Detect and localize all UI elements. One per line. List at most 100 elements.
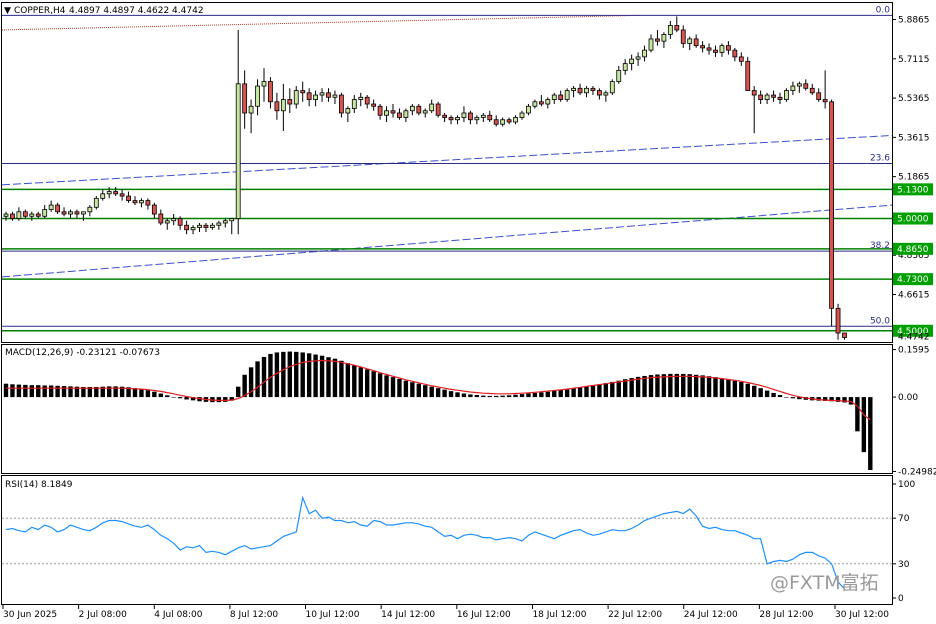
macd-tick-label: 0.1595 [898,346,930,356]
candle-body [113,191,119,195]
macd-bar [448,391,454,398]
macd-bar [306,353,312,398]
candle-body [655,38,660,42]
candle-body [351,99,357,109]
macd-bar [758,388,763,398]
macd-bar [132,388,138,398]
macd-bar [358,367,363,398]
macd-bar [281,351,286,398]
candle-body [268,81,273,103]
time-tick-label: 30 Jul 12:00 [835,610,889,620]
macd-bar [597,384,602,398]
macd-bar [668,373,673,398]
candle-body [435,103,441,116]
candle-body [409,105,415,112]
macd-bar [403,380,409,398]
rsi-tick-label: 100 [898,480,915,490]
macd-bar [752,385,757,398]
macd-bar [726,379,731,398]
chart-canvas: ▼ COPPER,H4 4.4897 4.4897 4.4622 4.4742 … [0,0,936,624]
macd-bar [455,392,460,398]
candle-body [416,105,422,114]
candle-body [177,218,183,226]
macd-bar [700,375,705,398]
candle-body [326,92,331,98]
candle-body [274,101,280,112]
macd-bar [623,379,628,398]
candle-body [397,112,402,118]
macd-bar [552,390,557,398]
candle-body [190,227,196,231]
candle-body [313,94,319,100]
macd-bar [42,385,47,398]
candle-body [332,94,338,98]
candle-body [55,204,60,213]
candle-body [358,96,364,100]
candle-body [442,114,448,118]
macd-bar [474,395,480,398]
candle-body [474,117,480,121]
candle-body [455,117,460,121]
candle-body [384,110,389,116]
watermark-logo: @FXTM富拓 [770,572,879,594]
macd-bar [371,371,376,398]
candle-body [42,209,48,217]
triangle-down-icon[interactable]: ▼ [4,6,11,16]
time-tick-label: 16 Jul 12:00 [457,610,511,620]
macd-bar [410,382,415,398]
macd-bar [152,391,157,398]
candle-body [629,58,635,65]
macd-bar [603,383,609,398]
macd-bar [687,374,692,398]
macd-bar [661,374,667,398]
time-tick-label: 28 Jul 12:00 [759,610,813,620]
candle-body [532,101,538,107]
macd-bar [513,394,518,398]
macd-bar [693,374,699,398]
candle-body [771,94,776,98]
candle-body [100,193,106,199]
macd-bar [339,360,344,398]
candle-body [126,195,131,201]
candle-body [584,87,589,94]
candle-body [3,213,9,217]
candle-body [564,90,570,100]
macd-bar [461,393,467,398]
candle-body [10,213,15,219]
macd-tick-label: -0.24982 [898,467,936,477]
candle-body [242,83,248,114]
candle-body [803,83,809,89]
candle-body [726,45,731,51]
candle-body [319,92,325,96]
macd-bar [384,375,389,398]
macd-bar [261,356,267,398]
macd-bar [616,380,621,398]
macd-bar [674,373,679,398]
candle-body [145,200,151,206]
time-tick-label: 2 Jul 08:00 [79,610,128,620]
macd-bar [539,392,544,398]
candle-body [48,204,54,210]
candle-body [526,105,531,114]
macd-bar [732,380,738,398]
macd-bar [423,385,428,398]
candle-body [158,213,164,224]
candle-body [829,101,834,309]
candle-body [132,200,138,204]
price-tick-label: 5.8865 [898,16,930,26]
candle-body [835,307,841,334]
macd-bar [397,378,402,398]
time-tick-label: 22 Jul 12:00 [608,610,662,620]
price-tick-label: 5.5365 [898,94,930,104]
candle-body [371,103,377,107]
candle-body [577,87,583,94]
macd-bar [236,386,241,398]
macd-bar [764,390,770,398]
symbol-label: COPPER,H4 [14,6,66,16]
macd-bar [526,393,531,398]
candle-body [822,99,828,103]
macd-bar [319,355,325,398]
macd-bar [719,378,725,398]
candle-body [261,81,267,87]
candle-body [609,81,615,94]
